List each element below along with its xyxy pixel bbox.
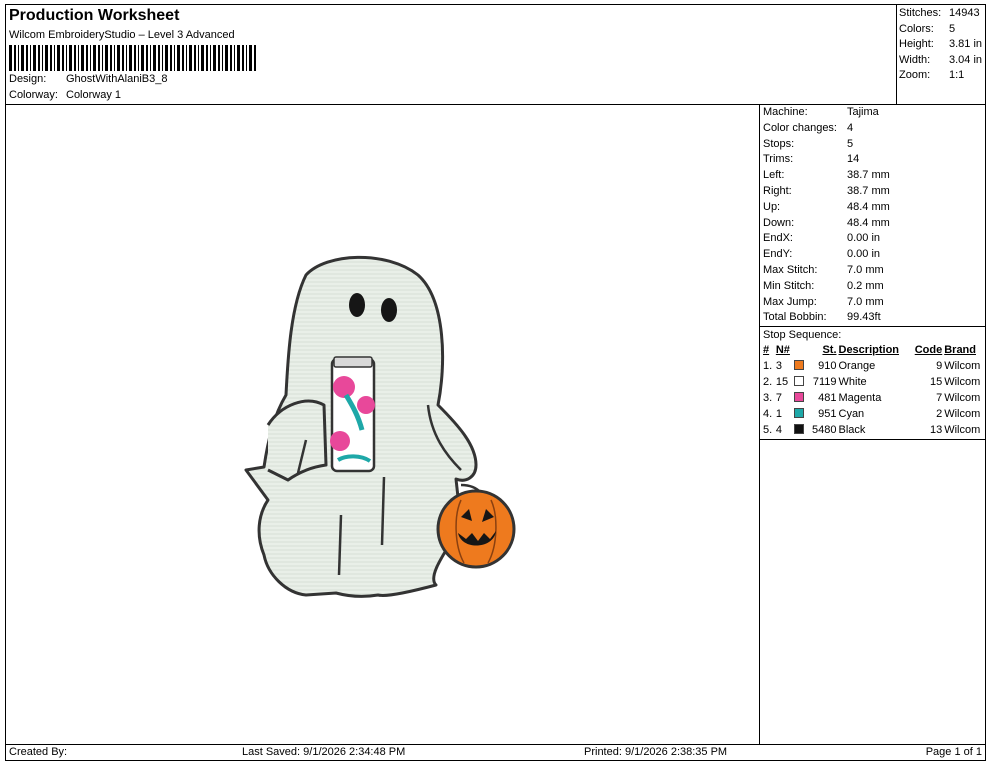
color-swatch xyxy=(794,408,805,419)
table-header-row: # N# St. Description Code Brand xyxy=(762,342,987,358)
design-summary: Stitches: 14943 Colors: 5 Height: 3.81 in W… xyxy=(896,5,985,105)
stop-code: 15 xyxy=(929,376,943,389)
stop-stitches: 910 xyxy=(818,360,837,373)
design-value: GhostWithAlaniB3_8 xyxy=(66,73,168,85)
stop-code: 2 xyxy=(936,408,943,421)
summary-row: Height: 3.81 in xyxy=(899,38,983,51)
stat-row: Down: 48.4 mm xyxy=(763,216,890,229)
col-description: Description xyxy=(838,344,900,357)
stop-num: 3. xyxy=(763,392,773,405)
last-saved: Last Saved: 9/1/2026 2:34:48 PM xyxy=(242,746,406,758)
col-stitches: St. xyxy=(822,344,837,357)
stop-sequence-table: # N# St. Description Code Brand 1. 3 910 Or… xyxy=(762,342,987,438)
stop-description: White xyxy=(838,376,867,389)
color-swatch-cell xyxy=(793,358,807,374)
stop-brand: Wilcom xyxy=(944,360,981,373)
stat-row: Max Jump: 7.0 mm xyxy=(763,295,884,308)
color-swatch-cell xyxy=(793,422,807,438)
stop-sequence-title: Stop Sequence: xyxy=(760,326,985,342)
stop-description: Orange xyxy=(838,360,876,373)
color-swatch-cell xyxy=(793,406,807,422)
stop-needle: 7 xyxy=(775,392,782,405)
color-swatch xyxy=(794,376,805,387)
table-row: 2. 15 7119 White 15 Wilcom xyxy=(762,374,987,390)
colorway-label: Colorway: xyxy=(9,89,58,101)
design-preview xyxy=(6,105,760,744)
printed-date: Printed: 9/1/2026 2:38:35 PM xyxy=(584,746,728,758)
stat-row: Color changes: 4 xyxy=(763,121,854,134)
stat-row: Total Bobbin: 99.43ft xyxy=(763,311,881,324)
stop-description: Magenta xyxy=(838,392,882,405)
stop-brand: Wilcom xyxy=(944,408,981,421)
stop-num: 4. xyxy=(763,408,773,421)
stop-description: Black xyxy=(838,424,866,437)
page-title: Production Worksheet xyxy=(9,7,180,24)
stat-row: Stops: 5 xyxy=(763,137,854,150)
stat-row: EndX: 0.00 in xyxy=(763,232,881,245)
table-row: 1. 3 910 Orange 9 Wilcom xyxy=(762,358,987,374)
stop-brand: Wilcom xyxy=(944,424,981,437)
stop-needle: 15 xyxy=(775,376,789,389)
stop-code: 9 xyxy=(936,360,943,373)
design-label: Design: xyxy=(9,73,47,85)
machine-stats: Machine: Tajima Color changes: 4 Stops: 5 T… xyxy=(760,105,987,441)
stop-code: 13 xyxy=(929,424,943,437)
ghost-embroidery-image xyxy=(244,255,516,598)
stop-sequence: # N# St. Description Code Brand 1. 3 910 Or… xyxy=(760,342,987,441)
stop-num: 2. xyxy=(763,376,773,389)
worksheet: Production Worksheet Wilcom EmbroiderySt… xyxy=(5,4,986,761)
barcode-image xyxy=(9,45,256,71)
table-row: 3. 7 481 Magenta 7 Wilcom xyxy=(762,390,987,406)
col-brand: Brand xyxy=(944,344,976,357)
table-row: 5. 4 5480 Black 13 Wilcom xyxy=(762,422,987,438)
page-number: Page 1 of 1 xyxy=(925,746,982,758)
stop-num: 5. xyxy=(763,424,773,437)
color-swatch xyxy=(794,392,805,403)
stop-stitches: 7119 xyxy=(812,376,837,389)
col-num: # xyxy=(763,344,770,357)
colorway-row: Colorway: Colorway 1 xyxy=(9,89,121,101)
table-row: 4. 1 951 Cyan 2 Wilcom xyxy=(762,406,987,422)
stop-num: 1. xyxy=(763,360,773,373)
stat-row: Min Stitch: 0.2 mm xyxy=(763,279,884,292)
col-code: Code xyxy=(914,344,943,357)
stop-stitches: 5480 xyxy=(812,424,837,437)
stop-stitches: 951 xyxy=(818,408,837,421)
color-swatch-cell xyxy=(793,390,807,406)
stat-row: EndY: 0.00 in xyxy=(763,248,881,261)
summary-row: Width: 3.04 in xyxy=(899,53,983,66)
stop-brand: Wilcom xyxy=(944,376,981,389)
stat-row: Right: 38.7 mm xyxy=(763,184,890,197)
summary-row: Colors: 5 xyxy=(899,22,956,35)
col-needle: N# xyxy=(775,344,790,357)
created-by: Created By: xyxy=(9,746,68,758)
stat-row: Up: 48.4 mm xyxy=(763,200,890,213)
color-swatch-cell xyxy=(793,374,807,390)
stat-row: Trims: 14 xyxy=(763,153,860,166)
stop-code: 7 xyxy=(936,392,943,405)
colorway-value: Colorway 1 xyxy=(66,89,122,101)
stop-description: Cyan xyxy=(838,408,865,421)
stop-needle: 4 xyxy=(775,424,782,437)
stat-row: Left: 38.7 mm xyxy=(763,169,890,182)
stop-needle: 1 xyxy=(775,408,782,421)
color-swatch xyxy=(794,360,805,371)
stop-stitches: 481 xyxy=(818,392,837,405)
stop-needle: 3 xyxy=(775,360,782,373)
stat-row: Max Stitch: 7.0 mm xyxy=(763,263,884,276)
worksheet-header: Production Worksheet Wilcom EmbroiderySt… xyxy=(6,5,896,105)
stop-brand: Wilcom xyxy=(944,392,981,405)
summary-row: Zoom: 1:1 xyxy=(899,69,965,82)
worksheet-footer: Created By: Last Saved: 9/1/2026 2:34:48… xyxy=(6,744,985,760)
color-swatch xyxy=(794,424,805,435)
summary-row: Stitches: 14943 xyxy=(899,7,980,19)
stat-row: Machine: Tajima xyxy=(763,106,879,118)
software-name: Wilcom EmbroideryStudio – Level 3 Advanc… xyxy=(9,29,235,41)
design-row: Design: GhostWithAlaniB3_8 xyxy=(9,73,168,85)
col-swatch xyxy=(793,342,807,358)
